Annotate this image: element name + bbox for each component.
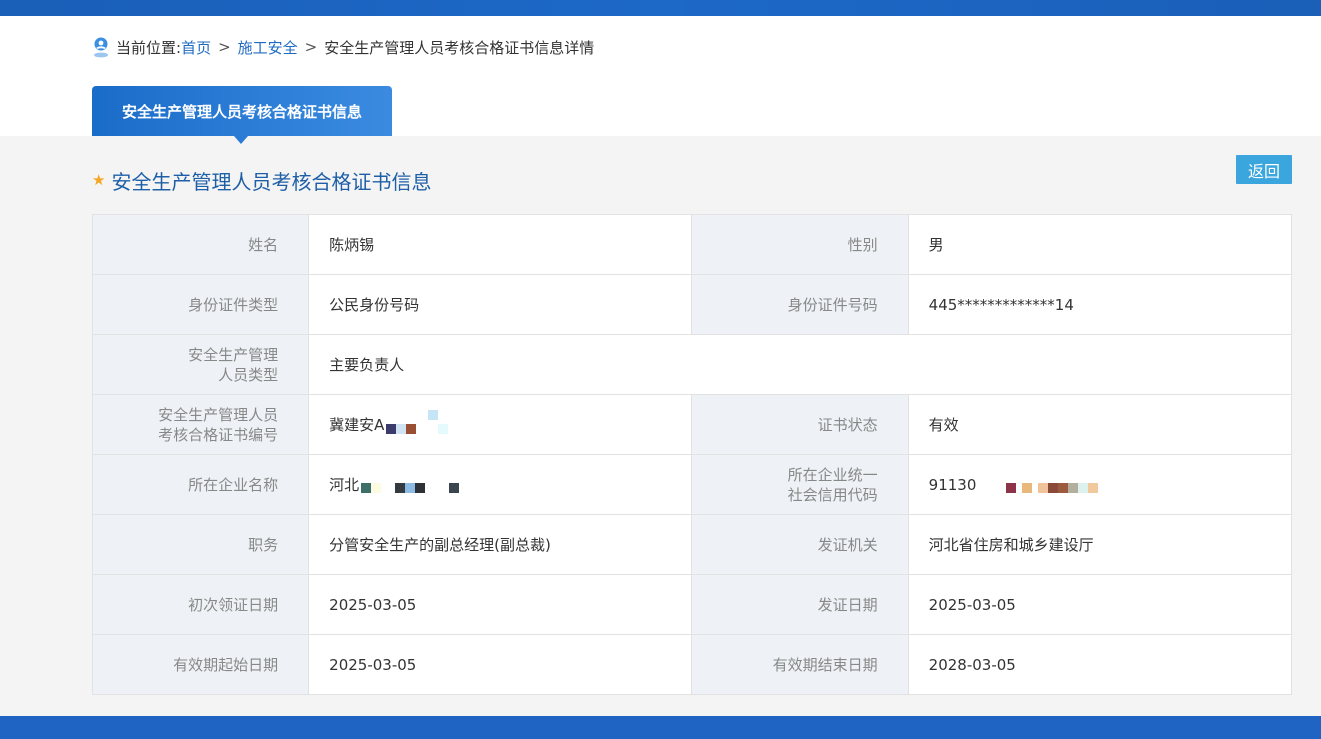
breadcrumb-prefix: 当前位置: <box>116 38 182 57</box>
field-value: 冀建安A <box>308 394 693 455</box>
table-row: 安全生产管理 人员类型 主要负责人 <box>91 334 1292 395</box>
top-banner <box>0 0 1321 16</box>
label-line: 考核合格证书编号 <box>158 425 279 444</box>
field-value: 2025-03-05 <box>308 634 693 695</box>
field-label: 有效期起始日期 <box>91 634 310 695</box>
company-name: 河北 <box>329 475 360 494</box>
breadcrumb-home-link[interactable]: 首页 <box>181 37 211 58</box>
redaction-mosaic <box>978 477 1099 493</box>
label-line: 安全生产管理人员 <box>158 405 279 424</box>
field-label: 安全生产管理 人员类型 <box>91 334 310 395</box>
certificate-number: 冀建安A <box>329 415 385 434</box>
field-value: 男 <box>907 214 1293 275</box>
field-label: 所在企业统一 社会信用代码 <box>691 454 909 515</box>
field-value: 陈炳锡 <box>308 214 693 275</box>
field-value: 河北省住房和城乡建设厅 <box>907 514 1293 575</box>
table-row: 有效期起始日期 2025-03-05 有效期结束日期 2028-03-05 <box>91 634 1293 695</box>
field-label: 所在企业名称 <box>91 454 310 515</box>
breadcrumb-separator: > <box>304 38 318 56</box>
field-value: 2025-03-05 <box>907 574 1293 635</box>
field-label: 职务 <box>91 514 310 575</box>
field-value: 河北 <box>308 454 693 515</box>
field-label: 发证机关 <box>691 514 909 575</box>
location-pin-icon <box>94 37 108 58</box>
field-label: 初次领证日期 <box>91 574 310 635</box>
field-value: 445*************14 <box>907 274 1293 335</box>
field-label: 性别 <box>691 214 909 275</box>
breadcrumb-separator: > <box>218 38 231 56</box>
star-icon: ★ <box>92 171 106 189</box>
section-title-text: 安全生产管理人员考核合格证书信息 <box>111 169 432 194</box>
credit-code: 91130 <box>928 475 977 494</box>
table-row: 姓名 陈炳锡 性别 男 <box>91 214 1293 275</box>
field-value: 主要负责人 <box>308 334 1292 395</box>
field-value: 有效 <box>907 394 1293 455</box>
redaction-mosaic <box>361 477 460 493</box>
field-value: 2028-03-05 <box>907 634 1293 695</box>
label-line: 安全生产管理 <box>188 345 279 364</box>
label-line: 社会信用代码 <box>787 485 878 504</box>
field-label: 身份证件号码 <box>691 274 909 335</box>
breadcrumb-current: 安全生产管理人员考核合格证书信息详情 <box>324 38 595 57</box>
certificate-info-table: 姓名 陈炳锡 性别 男 身份证件类型 公民身份号码 身份证件号码 445****… <box>91 214 1293 695</box>
field-label: 发证日期 <box>691 574 909 635</box>
field-label: 姓名 <box>91 214 310 275</box>
footer-bar <box>0 716 1321 739</box>
section-title: ★ 安全生产管理人员考核合格证书信息 <box>92 166 431 194</box>
table-row: 所在企业名称 河北 所在企业统一 社会信用代码 91130 <box>91 454 1293 515</box>
redaction-mosaic <box>386 410 449 434</box>
breadcrumb-category-link[interactable]: 施工安全 <box>238 37 298 58</box>
field-label: 安全生产管理人员 考核合格证书编号 <box>91 394 310 455</box>
field-value: 分管安全生产的副总经理(副总裁) <box>308 514 693 575</box>
field-value: 2025-03-05 <box>308 574 693 635</box>
label-line: 所在企业统一 <box>787 465 878 484</box>
tab-certificate-info[interactable]: 安全生产管理人员考核合格证书信息 <box>92 86 392 136</box>
table-row: 安全生产管理人员 考核合格证书编号 冀建安A 证书状态 有效 <box>91 394 1293 455</box>
field-label: 证书状态 <box>691 394 909 455</box>
tab-pointer <box>234 136 248 144</box>
table-row: 初次领证日期 2025-03-05 发证日期 2025-03-05 <box>91 574 1293 635</box>
label-line: 人员类型 <box>218 365 279 384</box>
back-button[interactable]: 返回 <box>1236 155 1292 184</box>
field-label: 有效期结束日期 <box>691 634 909 695</box>
field-value: 公民身份号码 <box>308 274 693 335</box>
breadcrumb: 当前位置: 首页 > 施工安全 > 安全生产管理人员考核合格证书信息详情 <box>92 36 594 58</box>
table-row: 身份证件类型 公民身份号码 身份证件号码 445*************14 <box>91 274 1293 335</box>
field-label: 身份证件类型 <box>91 274 310 335</box>
field-value: 91130 <box>907 454 1293 515</box>
table-row: 职务 分管安全生产的副总经理(副总裁) 发证机关 河北省住房和城乡建设厅 <box>91 514 1293 575</box>
